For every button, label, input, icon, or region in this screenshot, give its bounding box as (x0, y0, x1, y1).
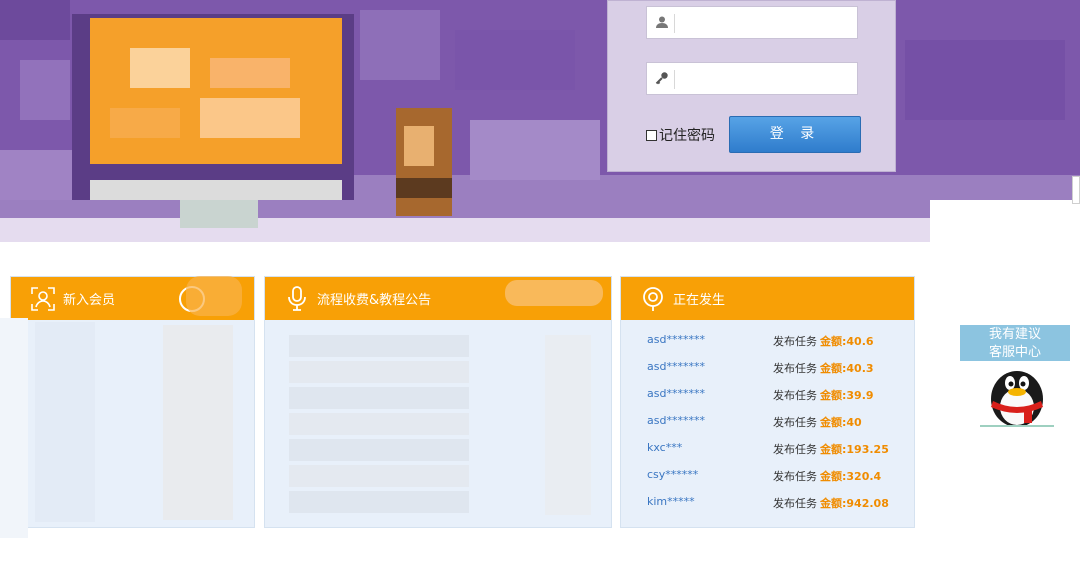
monitor-base (90, 180, 342, 200)
qq-penguin-icon[interactable] (980, 363, 1054, 427)
screen-glow (130, 48, 190, 88)
blurred-row (289, 335, 469, 357)
blurred-content (163, 325, 233, 520)
monitor-stand (180, 200, 258, 228)
announcements-panel: 流程收费&教程公告 (264, 276, 612, 528)
screen-glow (110, 108, 180, 138)
panel-title: 新入会员 (63, 293, 116, 308)
event-user[interactable]: csy****** (647, 468, 698, 481)
panel-title: 正在发生 (673, 293, 726, 308)
event-amount: 金额:193.25 (820, 443, 889, 456)
key-icon (654, 71, 670, 87)
event-user[interactable]: kim***** (647, 495, 695, 508)
microphone-icon (283, 285, 311, 313)
panel-header: 正在发生 (621, 277, 914, 320)
blurred-column (545, 335, 591, 515)
event-action: 发布任务 (773, 335, 817, 348)
event-row: csy****** 发布任务 金额:320.4 (621, 468, 914, 488)
happening-now-panel: 正在发生 asd******* 发布任务 金额:40.6 asd******* 发布任务… (620, 276, 915, 528)
blur-overlay (505, 280, 603, 306)
event-user[interactable]: kxc*** (647, 441, 682, 454)
suggestion-button[interactable]: 我有建议 (960, 325, 1070, 345)
field-separator (674, 70, 675, 89)
screen-glow (210, 58, 290, 88)
hero-banner: 记住密码 登 录 (0, 0, 1080, 242)
mug-illustration (396, 108, 452, 216)
user-icon (654, 15, 670, 31)
event-amount: 金额:40 (820, 416, 862, 429)
event-row: asd******* 发布任务 金额:40 (621, 414, 914, 434)
remember-label: 记住密码 (659, 128, 715, 144)
event-action: 发布任务 (773, 497, 817, 510)
help-widget: 我有建议 客服中心 (960, 325, 1072, 431)
event-user[interactable]: asd******* (647, 333, 705, 346)
event-action: 发布任务 (773, 416, 817, 429)
event-amount: 金额:40.6 (820, 335, 874, 348)
banner-pixel (455, 30, 575, 90)
event-action: 发布任务 (773, 470, 817, 483)
banner-pixel (0, 0, 70, 40)
login-box: 记住密码 登 录 (607, 0, 896, 172)
blurred-row (289, 491, 469, 513)
login-button[interactable]: 登 录 (729, 116, 861, 153)
blurred-row (289, 465, 469, 487)
event-amount: 金额:40.3 (820, 362, 874, 375)
blur-overlay (0, 318, 28, 538)
event-action: 发布任务 (773, 443, 817, 456)
password-input[interactable] (679, 67, 851, 91)
banner-band-light (0, 218, 930, 242)
event-action: 发布任务 (773, 362, 817, 375)
event-row: asd******* 发布任务 金额:40.3 (621, 360, 914, 380)
event-amount: 金额:942.08 (820, 497, 889, 510)
event-row: asd******* 发布任务 金额:40.6 (621, 333, 914, 353)
blurred-row (289, 413, 469, 435)
location-pin-icon (639, 285, 667, 313)
monitor-screen (90, 18, 342, 164)
blurred-row (289, 439, 469, 461)
event-amount: 金额:39.9 (820, 389, 874, 402)
event-row: asd******* 发布任务 金额:39.9 (621, 387, 914, 407)
field-separator (674, 14, 675, 33)
banner-pixel (20, 60, 70, 120)
banner-pixel (905, 40, 1065, 120)
blurred-row (289, 361, 469, 383)
screen-glow (200, 98, 300, 138)
banner-white-corner (930, 200, 1080, 242)
remember-password[interactable]: 记住密码 (646, 125, 715, 145)
event-user[interactable]: asd******* (647, 387, 705, 400)
username-input[interactable] (679, 11, 851, 35)
password-field[interactable] (646, 62, 858, 95)
mug-highlight (404, 126, 434, 166)
panel-title: 流程收费&教程公告 (317, 293, 432, 308)
banner-pixel (470, 120, 600, 180)
mug-shadow (396, 178, 452, 198)
event-amount: 金额:320.4 (820, 470, 882, 483)
event-row: kxc*** 发布任务 金额:193.25 (621, 441, 914, 461)
blur-overlay (186, 276, 242, 316)
banner-pixel (0, 150, 75, 200)
blurred-row (289, 387, 469, 409)
remember-checkbox[interactable] (646, 129, 657, 141)
event-user[interactable]: asd******* (647, 360, 705, 373)
username-field[interactable] (646, 6, 858, 39)
blurred-content (35, 322, 95, 522)
member-icon (29, 285, 57, 313)
event-action: 发布任务 (773, 389, 817, 402)
event-user[interactable]: asd******* (647, 414, 705, 427)
side-scroll-tab[interactable] (1072, 176, 1080, 204)
banner-pixel (360, 10, 440, 80)
event-row: kim***** 发布任务 金额:942.08 (621, 495, 914, 515)
customer-service-button[interactable]: 客服中心 (960, 345, 1070, 361)
